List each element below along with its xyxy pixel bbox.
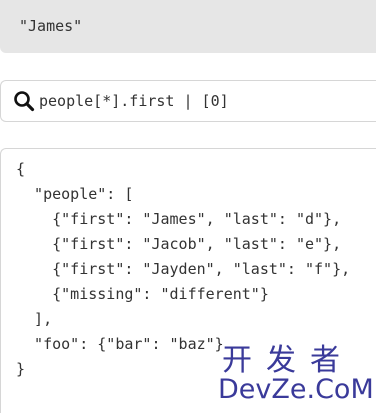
watermark-logo: 开发者 DevZe.CoM (218, 343, 374, 408)
search-icon (13, 90, 35, 112)
search-bar[interactable] (0, 80, 376, 122)
watermark-cn: 开发者 (222, 343, 354, 378)
result-output: "James" (0, 0, 376, 53)
watermark-en: DevZe.CoM (218, 374, 374, 405)
result-value: "James" (19, 17, 83, 35)
search-input[interactable] (39, 81, 373, 121)
